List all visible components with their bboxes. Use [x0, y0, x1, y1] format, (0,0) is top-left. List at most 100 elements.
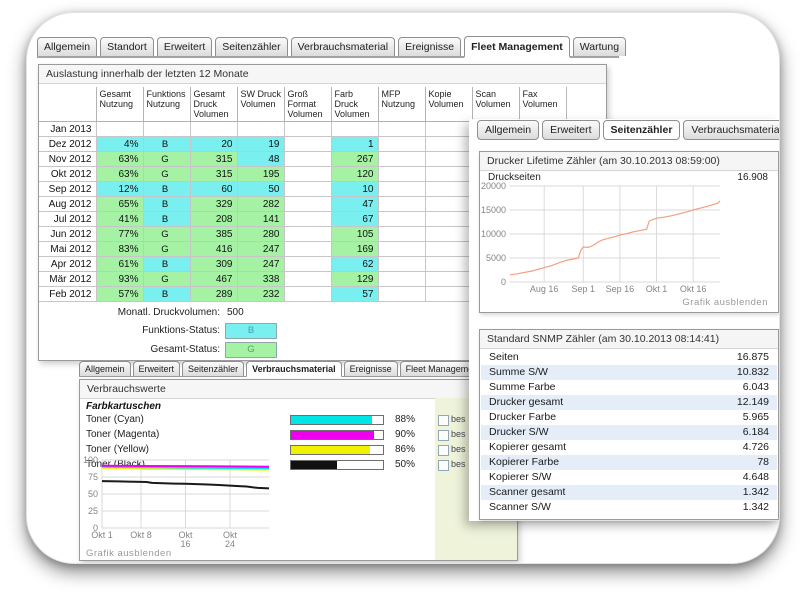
consumables-chart: 0255075100Okt 1Okt 8Okt16Okt24: [82, 454, 282, 550]
month-cell: Dez 2012: [39, 137, 96, 152]
snmp-row: Scanner S/W1.342: [481, 500, 777, 515]
snmp-row-value: 6.184: [743, 425, 769, 440]
usage-cell: [284, 287, 331, 302]
usage-cell: 12%: [96, 182, 143, 197]
order-checkbox-label: bes: [451, 444, 466, 454]
usage-cell: B: [143, 212, 190, 227]
tab-erweitert[interactable]: Erweitert: [133, 361, 181, 376]
function-status-badge: B: [225, 323, 277, 339]
usage-cell: [425, 287, 472, 302]
hide-graph-link[interactable]: Grafik ausblenden: [86, 548, 172, 559]
order-checkbox-label: bes: [451, 459, 466, 469]
order-checkbox-label: bes: [451, 429, 466, 439]
usage-cell: 309: [190, 257, 237, 272]
month-column-header: [39, 87, 96, 122]
column-header: Groß Format Volumen: [284, 87, 331, 122]
tab-allgemein[interactable]: Allgemein: [477, 120, 539, 140]
tab-verbrauchsmaterial[interactable]: Verbrauchsmaterial: [291, 37, 395, 56]
month-cell: Apr 2012: [39, 257, 96, 272]
usage-cell: 289: [190, 287, 237, 302]
usage-cell: 19: [237, 137, 284, 152]
tab-erweitert[interactable]: Erweitert: [157, 37, 212, 56]
month-cell: Jan 2013: [39, 122, 96, 137]
tab-verbrauchsmaterial[interactable]: Verbrauchsmaterial: [683, 120, 780, 140]
month-cell: Mai 2012: [39, 242, 96, 257]
usage-cell: 467: [190, 272, 237, 287]
usage-cell: 141: [237, 212, 284, 227]
snmp-row: Drucker gesamt12.149: [481, 395, 777, 410]
usage-cell: [237, 122, 284, 137]
usage-cell: [284, 227, 331, 242]
usage-cell: G: [143, 152, 190, 167]
usage-cell: 1: [331, 137, 378, 152]
tab-seitenzähler[interactable]: Seitenzähler: [603, 120, 681, 140]
snmp-row-label: Scanner gesamt: [489, 485, 565, 500]
snmp-row-label: Kopierer S/W: [489, 470, 551, 485]
usage-cell: 47: [331, 197, 378, 212]
function-status-label: Funktions-Status:: [39, 325, 220, 336]
order-checkbox[interactable]: [438, 415, 449, 426]
toner-level-bar: [290, 430, 384, 440]
snmp-row-label: Kopierer gesamt: [489, 440, 566, 455]
order-checkbox[interactable]: [438, 460, 449, 471]
tab-ereignisse[interactable]: Ereignisse: [398, 37, 461, 56]
monthly-volume-value: 500: [227, 307, 244, 318]
snmp-row: Seiten16.875: [481, 350, 777, 365]
snmp-row: Kopierer S/W4.648: [481, 470, 777, 485]
usage-cell: [284, 152, 331, 167]
usage-cell: 60: [190, 182, 237, 197]
tab-seitenzähler[interactable]: Seitenzähler: [215, 37, 287, 56]
usage-cell: 385: [190, 227, 237, 242]
consumables-panel: Verbrauchswerte Farbkartuschen Toner (Cy…: [79, 379, 518, 561]
order-checkbox[interactable]: [438, 430, 449, 441]
usage-cell: 10: [331, 182, 378, 197]
tab-fleet-management[interactable]: Fleet Management: [464, 36, 570, 58]
usage-cell: 48: [237, 152, 284, 167]
toner-percent: 90%: [395, 429, 415, 440]
tab-allgemein[interactable]: Allgemein: [79, 361, 131, 376]
svg-text:0: 0: [501, 277, 506, 287]
usage-cell: 120: [331, 167, 378, 182]
tab-ereignisse[interactable]: Ereignisse: [344, 361, 398, 376]
toner-level-bar: [290, 415, 384, 425]
usage-cell: 329: [190, 197, 237, 212]
lifetime-counter-panel: Drucker Lifetime Zähler (am 30.10.2013 0…: [479, 151, 779, 313]
usage-cell: 57%: [96, 287, 143, 302]
column-header: Fax Volumen: [519, 87, 566, 122]
snmp-row: Kopierer Farbe78: [481, 455, 777, 470]
snmp-row-label: Drucker S/W: [489, 425, 549, 440]
tab-seitenzähler[interactable]: Seitenzähler: [182, 361, 244, 376]
order-checkbox-label: bes: [451, 414, 466, 424]
usage-cell: [284, 182, 331, 197]
tab-allgemein[interactable]: Allgemein: [37, 37, 97, 56]
svg-text:25: 25: [88, 506, 98, 516]
usage-cell: 83%: [96, 242, 143, 257]
usage-cell: [378, 167, 425, 182]
snmp-row-value: 12.149: [737, 395, 769, 410]
svg-text:16: 16: [180, 539, 190, 549]
month-cell: Feb 2012: [39, 287, 96, 302]
total-status-row: Gesamt-Status: G: [39, 342, 339, 358]
order-checkbox[interactable]: [438, 445, 449, 456]
toner-percent: 86%: [395, 444, 415, 455]
total-status-label: Gesamt-Status:: [39, 344, 220, 355]
tab-erweitert[interactable]: Erweitert: [542, 120, 599, 140]
usage-cell: [425, 137, 472, 152]
usage-cell: B: [143, 137, 190, 152]
snmp-row-label: Summe S/W: [489, 365, 548, 380]
usage-cell: 93%: [96, 272, 143, 287]
svg-text:24: 24: [225, 539, 235, 549]
snmp-row-label: Scanner S/W: [489, 500, 551, 515]
tab-standort[interactable]: Standort: [100, 37, 154, 56]
usage-cell: 169: [331, 242, 378, 257]
usage-cell: [190, 122, 237, 137]
tab-wartung[interactable]: Wartung: [573, 37, 626, 56]
usage-cell: [425, 197, 472, 212]
consumables-panel-title: Verbrauchswerte: [80, 380, 517, 399]
hide-graph-link[interactable]: Grafik ausblenden: [682, 297, 768, 308]
toner-level-bar: [290, 445, 384, 455]
usage-cell: [378, 137, 425, 152]
usage-cell: 247: [237, 257, 284, 272]
column-header: Kopie Volumen: [425, 87, 472, 122]
tab-verbrauchsmaterial[interactable]: Verbrauchsmaterial: [246, 361, 342, 377]
